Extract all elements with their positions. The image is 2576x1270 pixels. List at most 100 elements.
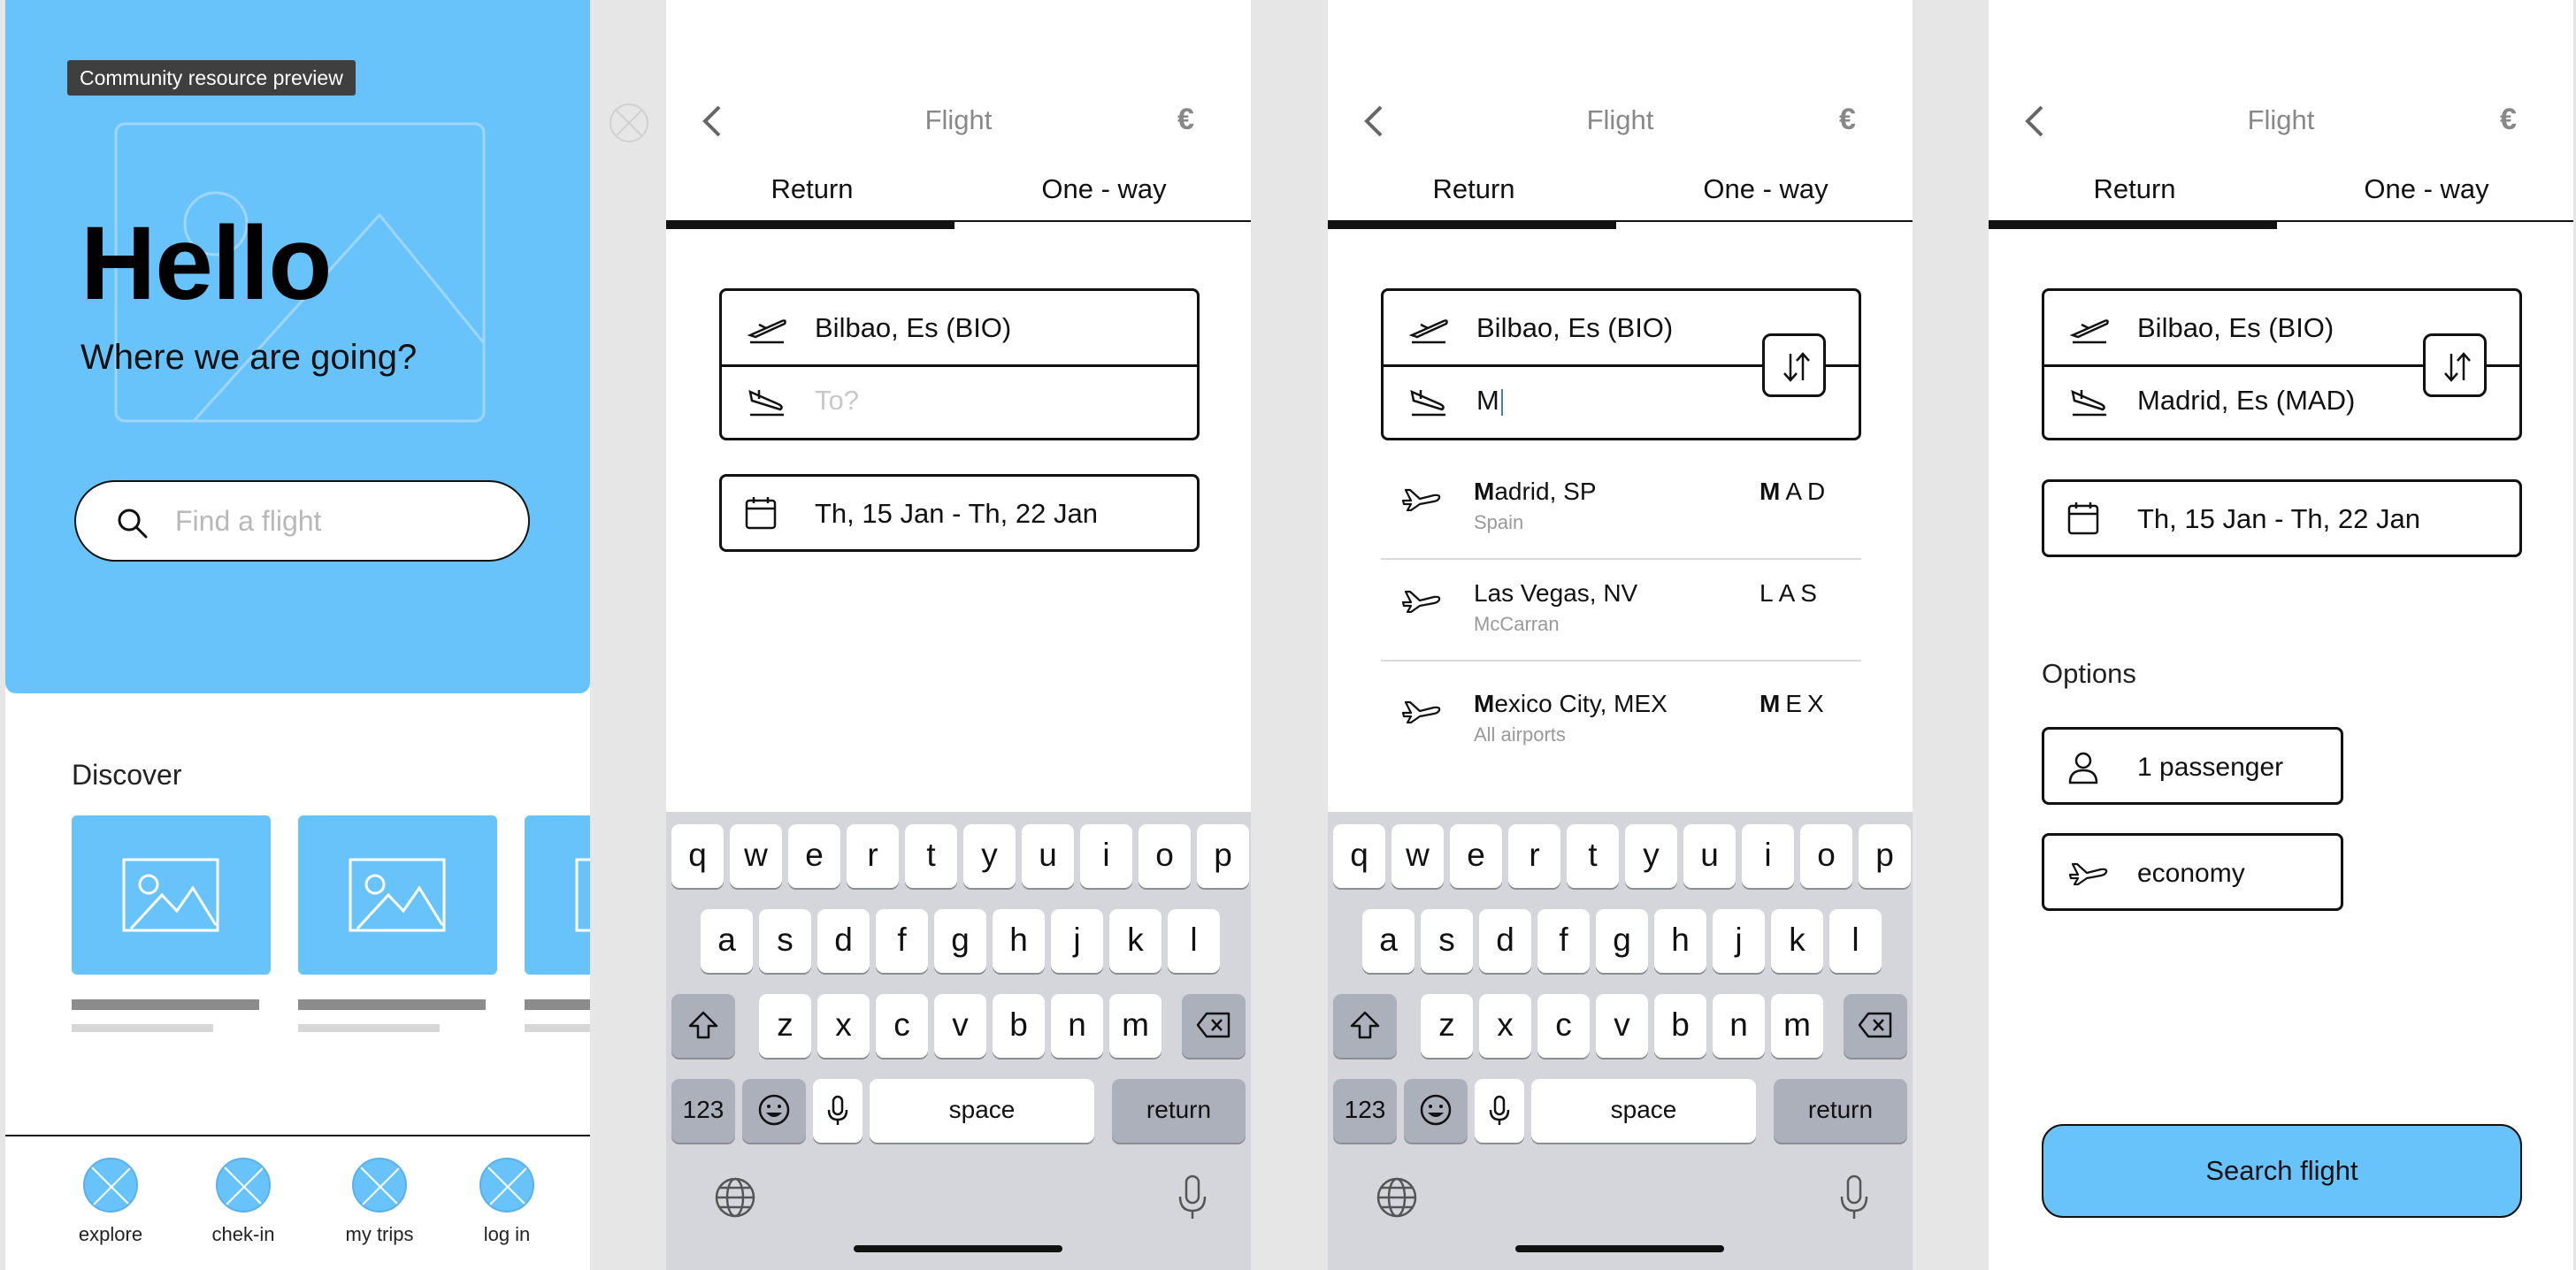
return-key[interactable]: return <box>1774 1079 1907 1143</box>
currency-icon[interactable]: € <box>1177 103 1194 137</box>
key-i[interactable]: i <box>1080 824 1132 888</box>
key-q[interactable]: q <box>671 824 724 888</box>
to-field[interactable]: M <box>1476 385 1503 417</box>
tab-one-way[interactable]: One - way <box>1620 173 1912 205</box>
key-o[interactable]: o <box>1800 824 1852 888</box>
currency-icon[interactable]: € <box>1839 103 1856 137</box>
key-z[interactable]: z <box>1421 994 1473 1058</box>
globe-icon[interactable] <box>714 1176 756 1219</box>
emoji-key[interactable] <box>1404 1079 1468 1143</box>
key-t[interactable]: t <box>1567 824 1619 888</box>
key-w[interactable]: w <box>730 824 782 888</box>
find-flight-search[interactable]: Find a flight <box>74 480 530 562</box>
tab-return[interactable]: Return <box>1989 173 2281 205</box>
key-m[interactable]: m <box>1771 994 1823 1058</box>
search-flight-button[interactable]: Search flight <box>2042 1124 2522 1218</box>
key-k[interactable]: k <box>1771 909 1823 973</box>
cabin-class-selector[interactable]: economy <box>2042 833 2343 911</box>
key-c[interactable]: c <box>876 994 928 1058</box>
key-p[interactable]: p <box>1197 824 1249 888</box>
globe-icon[interactable] <box>1376 1176 1418 1219</box>
dates-field[interactable]: Th, 15 Jan - Th, 22 Jan <box>719 474 1200 552</box>
return-key[interactable]: return <box>1112 1079 1246 1143</box>
dictation-key[interactable] <box>813 1079 862 1143</box>
discover-card[interactable] <box>525 815 590 975</box>
key-s[interactable]: s <box>1421 909 1473 973</box>
key-b[interactable]: b <box>1654 994 1706 1058</box>
key-o[interactable]: o <box>1138 824 1191 888</box>
shift-key[interactable] <box>671 994 735 1058</box>
tab-explore[interactable]: explore <box>62 1158 159 1246</box>
numbers-key[interactable]: 123 <box>1333 1079 1397 1143</box>
tab-my-trips[interactable]: my trips <box>331 1158 428 1246</box>
key-e[interactable]: e <box>1450 824 1502 888</box>
key-a[interactable]: a <box>1362 909 1414 973</box>
key-h[interactable]: h <box>993 909 1045 973</box>
key-x[interactable]: x <box>817 994 870 1058</box>
key-d[interactable]: d <box>817 909 870 973</box>
key-i[interactable]: i <box>1742 824 1794 888</box>
key-t[interactable]: t <box>905 824 957 888</box>
key-b[interactable]: b <box>993 994 1045 1058</box>
discover-card[interactable] <box>72 815 271 975</box>
key-r[interactable]: r <box>847 824 899 888</box>
key-l[interactable]: l <box>1829 909 1882 973</box>
dates-field[interactable]: Th, 15 Jan - Th, 22 Jan <box>2042 479 2522 557</box>
key-c[interactable]: c <box>1537 994 1590 1058</box>
key-g[interactable]: g <box>1596 909 1648 973</box>
tab-check-in[interactable]: chek-in <box>195 1158 292 1246</box>
key-y[interactable]: y <box>1625 824 1677 888</box>
key-l[interactable]: l <box>1168 909 1220 973</box>
from-field[interactable]: Bilbao, Es (BIO) <box>815 312 1011 344</box>
microphone-icon[interactable] <box>1839 1174 1869 1220</box>
suggestion-item[interactable]: Madrid, SP Spain MAD <box>1381 458 1861 560</box>
dictation-key[interactable] <box>1475 1079 1524 1143</box>
key-f[interactable]: f <box>876 909 928 973</box>
key-x[interactable]: x <box>1479 994 1531 1058</box>
from-field[interactable]: Bilbao, Es (BIO) <box>1476 312 1673 344</box>
suggestion-item[interactable]: Las Vegas, NV McCarran LAS <box>1381 560 1861 662</box>
key-j[interactable]: j <box>1713 909 1765 973</box>
discover-card[interactable] <box>298 815 497 975</box>
swap-button[interactable] <box>2423 333 2487 397</box>
key-g[interactable]: g <box>934 909 986 973</box>
tab-one-way[interactable]: One - way <box>2281 173 2572 205</box>
suggestion-item[interactable]: Mexico City, MEX All airports MEX <box>1381 670 1861 772</box>
tab-return[interactable]: Return <box>1328 173 1620 205</box>
key-n[interactable]: n <box>1051 994 1103 1058</box>
passengers-selector[interactable]: 1 passenger <box>2042 727 2343 805</box>
key-s[interactable]: s <box>759 909 811 973</box>
to-field[interactable]: Madrid, Es (MAD) <box>2137 385 2355 417</box>
key-y[interactable]: y <box>963 824 1016 888</box>
to-field[interactable]: To? <box>815 385 859 417</box>
emoji-key[interactable] <box>742 1079 806 1143</box>
key-d[interactable]: d <box>1479 909 1531 973</box>
key-u[interactable]: u <box>1022 824 1074 888</box>
space-key[interactable]: space <box>870 1079 1094 1143</box>
microphone-icon[interactable] <box>1177 1174 1208 1220</box>
space-key[interactable]: space <box>1531 1079 1756 1143</box>
key-a[interactable]: a <box>701 909 753 973</box>
key-n[interactable]: n <box>1713 994 1765 1058</box>
shift-key[interactable] <box>1333 994 1397 1058</box>
from-field[interactable]: Bilbao, Es (BIO) <box>2137 312 2334 344</box>
key-h[interactable]: h <box>1654 909 1706 973</box>
key-m[interactable]: m <box>1109 994 1162 1058</box>
backspace-key[interactable] <box>1844 994 1907 1058</box>
tab-one-way[interactable]: One - way <box>958 173 1250 205</box>
tab-log-in[interactable]: log in <box>458 1158 556 1246</box>
key-v[interactable]: v <box>1596 994 1648 1058</box>
key-v[interactable]: v <box>934 994 986 1058</box>
numbers-key[interactable]: 123 <box>671 1079 735 1143</box>
key-u[interactable]: u <box>1683 824 1736 888</box>
key-j[interactable]: j <box>1051 909 1103 973</box>
key-e[interactable]: e <box>788 824 840 888</box>
key-k[interactable]: k <box>1109 909 1162 973</box>
key-z[interactable]: z <box>759 994 811 1058</box>
swap-button[interactable] <box>1762 333 1826 397</box>
key-q[interactable]: q <box>1333 824 1385 888</box>
key-f[interactable]: f <box>1537 909 1590 973</box>
backspace-key[interactable] <box>1182 994 1246 1058</box>
tab-return[interactable]: Return <box>666 173 958 205</box>
key-r[interactable]: r <box>1508 824 1560 888</box>
